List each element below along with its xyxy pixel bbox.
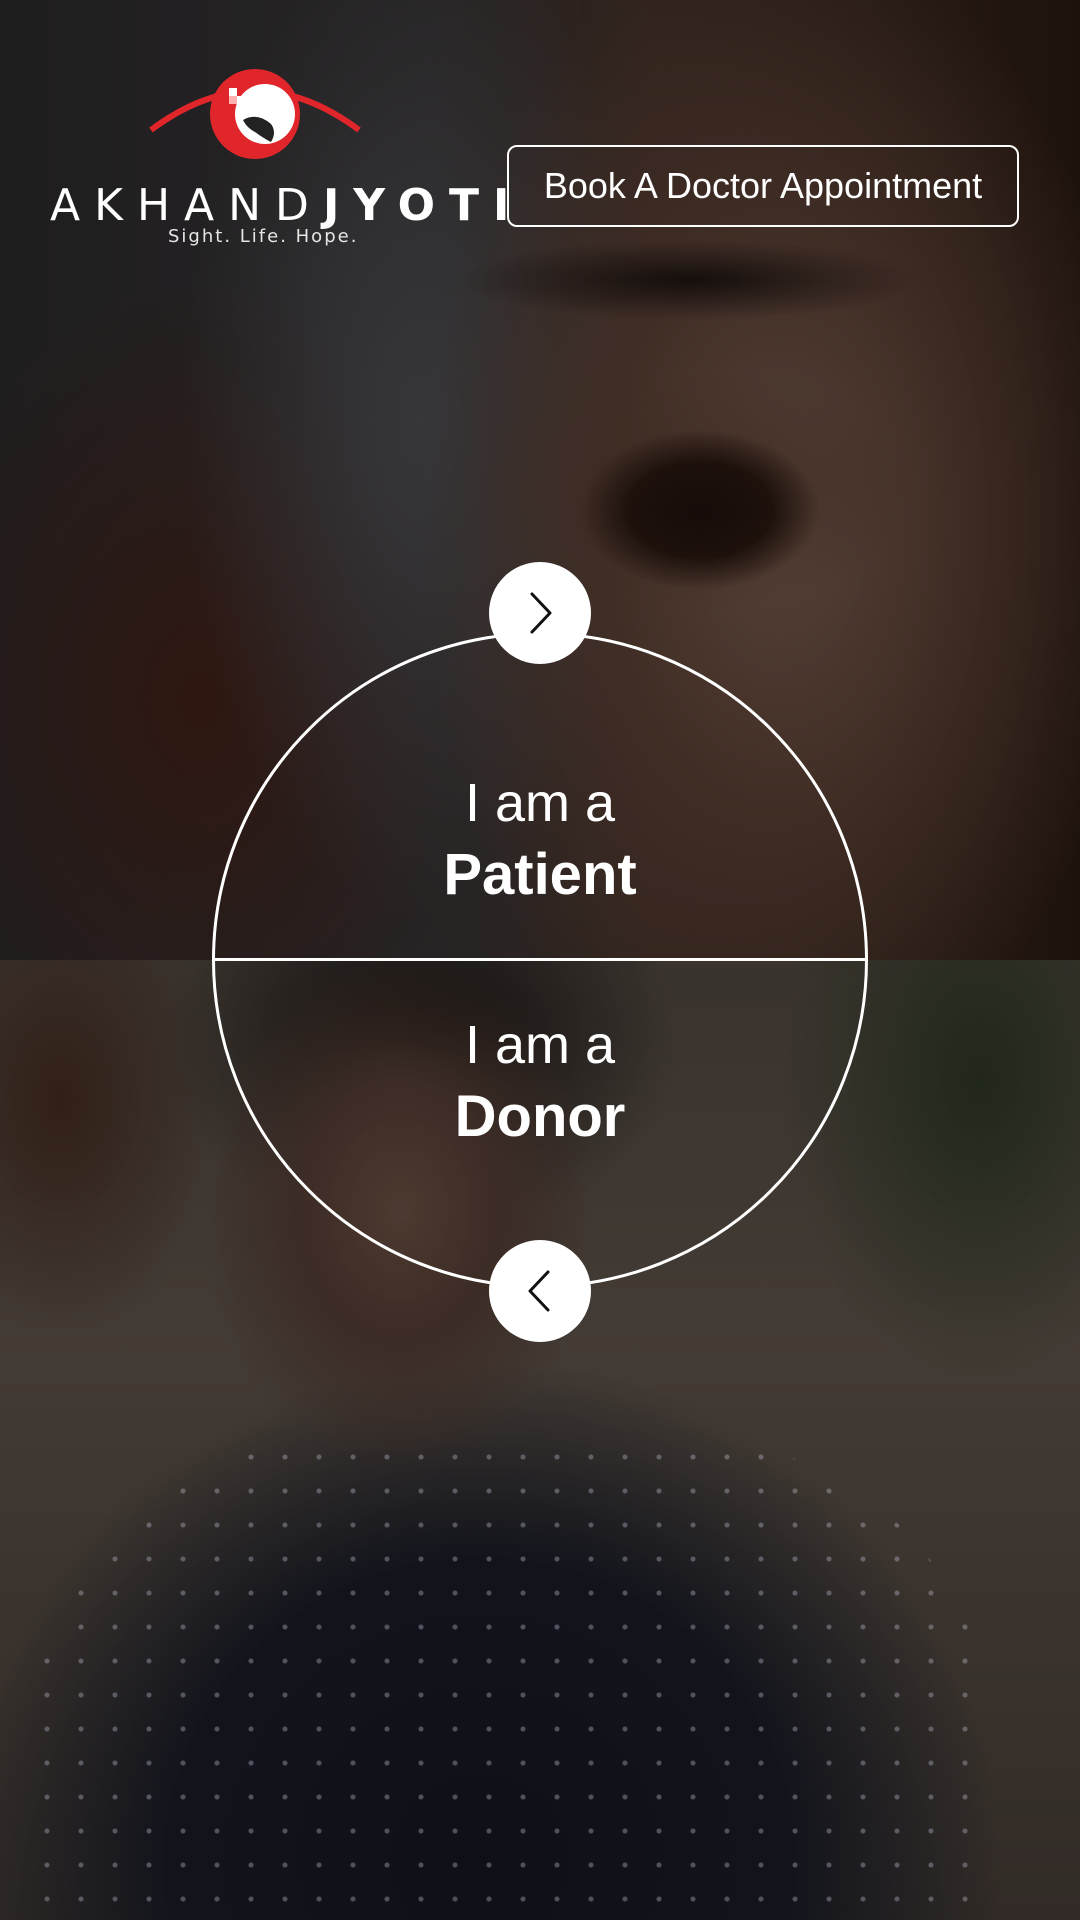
patient-option[interactable]: I am a Patient — [212, 770, 868, 914]
book-appointment-button[interactable]: Book A Doctor Appointment — [507, 145, 1019, 227]
donor-option-prefix: I am a — [464, 1015, 616, 1075]
brand-name-light: AKHAND — [50, 180, 323, 231]
brand-logo[interactable]: AKHANDJYOTI Sight. Life. Hope. — [50, 62, 509, 252]
role-selector-divider — [212, 958, 868, 961]
shirt-pattern — [30, 1440, 990, 1920]
donor-option-label: Donor — [454, 1084, 626, 1149]
chevron-right-icon — [530, 592, 552, 634]
brand-name: AKHANDJYOTI — [50, 180, 509, 231]
patient-option-label: Patient — [443, 842, 637, 907]
chevron-left-icon — [528, 1270, 550, 1312]
next-button[interactable] — [489, 562, 591, 664]
eye-logo-icon — [149, 69, 361, 159]
donor-option[interactable]: I am a Donor — [212, 1012, 868, 1156]
brand-name-bold: JYOTI — [322, 180, 524, 231]
brand-tagline: Sight. Life. Hope. — [168, 226, 359, 247]
prev-button[interactable] — [489, 1240, 591, 1342]
patient-option-prefix: I am a — [464, 773, 616, 833]
